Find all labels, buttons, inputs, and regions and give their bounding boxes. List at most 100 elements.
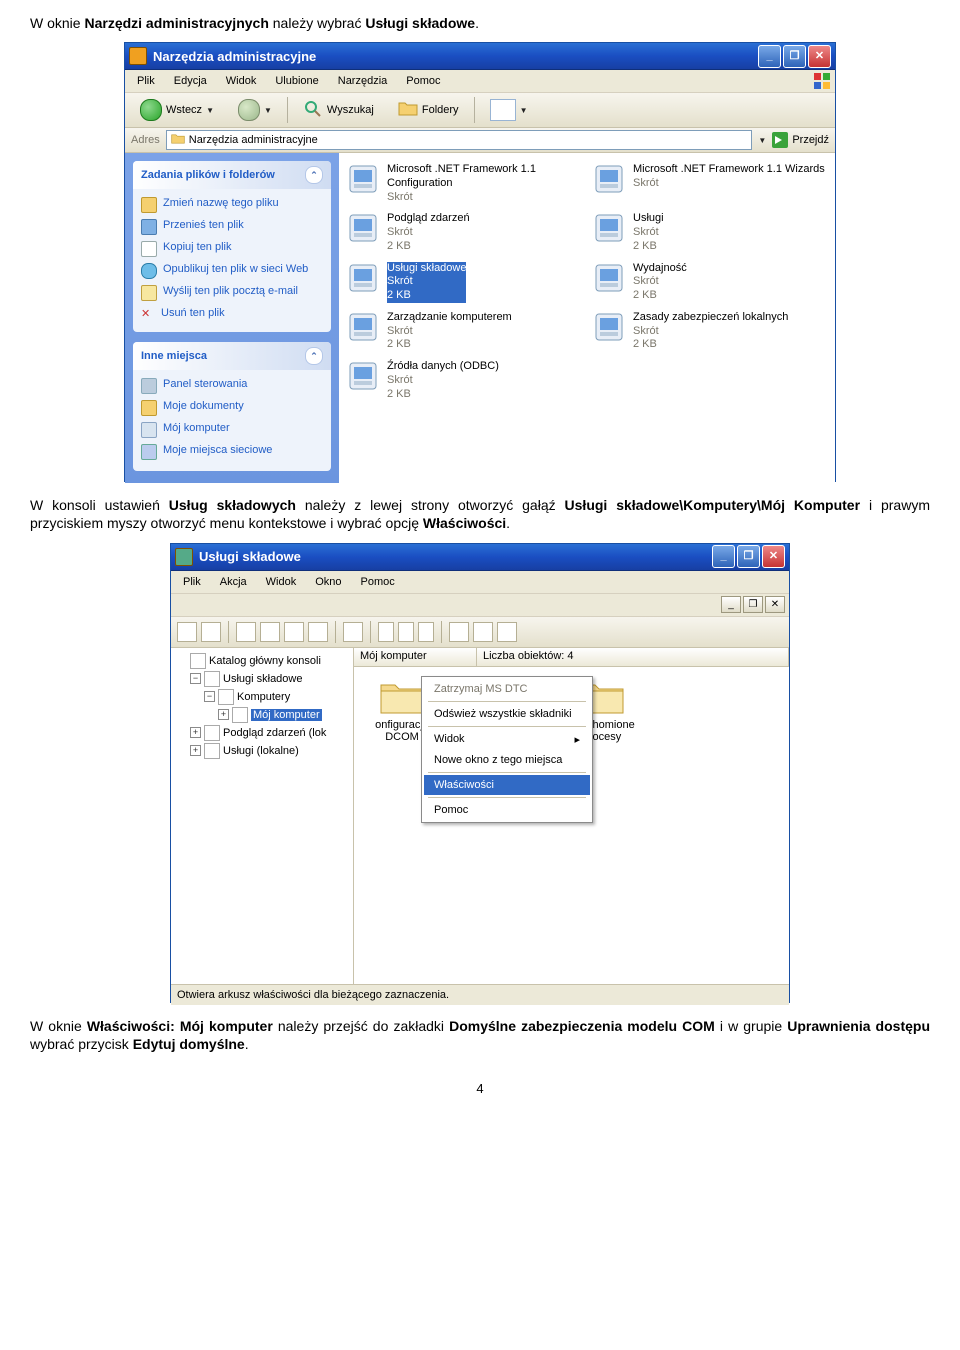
place-my-computer[interactable]: Mój komputer: [139, 419, 325, 441]
folders-button[interactable]: Foldery: [389, 96, 468, 125]
task-move[interactable]: Przenieś ten plik: [139, 216, 325, 238]
toolbar-icon[interactable]: [497, 622, 517, 642]
back-label: Wstecz: [166, 104, 202, 116]
window-title: Narzędzia administracyjne: [153, 49, 316, 64]
expand-icon[interactable]: +: [218, 709, 229, 720]
toolbar-icon[interactable]: [398, 622, 414, 642]
file-item[interactable]: Zasady zabezpieczeń lokalnychSkrót2 KB: [591, 309, 829, 354]
tree-item[interactable]: −Komputery: [173, 688, 351, 706]
views-button[interactable]: ▼: [481, 96, 537, 124]
expand-icon[interactable]: +: [190, 745, 201, 756]
place-my-documents[interactable]: Moje dokumenty: [139, 397, 325, 419]
back-button[interactable]: Wstecz▼: [131, 96, 223, 124]
toolbar-icon[interactable]: [236, 622, 256, 642]
file-item[interactable]: Podgląd zdarzeńSkrót2 KB: [345, 210, 583, 255]
text: i w grupie: [715, 1018, 787, 1034]
maximize-button[interactable]: ❐: [737, 545, 760, 568]
file-meta: Skrót: [387, 191, 581, 205]
file-item[interactable]: WydajnośćSkrót2 KB: [591, 260, 829, 305]
menu-view[interactable]: Widok: [218, 73, 265, 89]
file-name: Usługi: [633, 212, 664, 226]
app-icon: [129, 47, 147, 65]
menu-help[interactable]: Pomoc: [353, 574, 403, 590]
menu-view[interactable]: Widok: [258, 574, 305, 590]
toolbar-icon[interactable]: [260, 622, 280, 642]
expand-icon[interactable]: −: [190, 673, 201, 684]
minimize-button[interactable]: _: [712, 545, 735, 568]
window-title: Usługi składowe: [199, 549, 301, 564]
close-button[interactable]: ✕: [808, 45, 831, 68]
task-publish[interactable]: Opublikuj ten plik w sieci Web: [139, 260, 325, 282]
toolbar-icon[interactable]: [473, 622, 493, 642]
menu-window[interactable]: Okno: [307, 574, 349, 590]
file-item[interactable]: Microsoft .NET Framework 1.1 WizardsSkró…: [591, 161, 829, 206]
menu-action[interactable]: Akcja: [212, 574, 255, 590]
file-folder-tasks: Zadania plików i folderów⌃ Zmień nazwę t…: [133, 161, 331, 332]
file-size: 2 KB: [387, 240, 470, 254]
file-item[interactable]: Zarządzanie komputeremSkrót2 KB: [345, 309, 583, 354]
ctx-item[interactable]: Odśwież wszystkie składniki: [424, 704, 590, 724]
place-network[interactable]: Moje miejsca sieciowe: [139, 441, 325, 463]
toolbar-icon[interactable]: [308, 622, 328, 642]
caret-icon[interactable]: ▼: [758, 136, 766, 145]
toolbar-icon[interactable]: [177, 622, 197, 642]
menu-help[interactable]: Pomoc: [398, 73, 448, 89]
mdi-close[interactable]: ✕: [765, 596, 785, 613]
tree-item[interactable]: +Usługi (lokalne): [173, 742, 351, 760]
page-number: 4: [0, 1081, 960, 1096]
file-item[interactable]: Źródła danych (ODBC)Skrót2 KB: [345, 358, 583, 403]
file-size: 2 KB: [633, 289, 687, 303]
menu-tools[interactable]: Narzędzia: [330, 73, 396, 89]
expand-icon[interactable]: +: [190, 727, 201, 738]
file-text: UsługiSkrót2 KB: [633, 212, 664, 253]
menu-edit[interactable]: Edycja: [166, 73, 215, 89]
tree-item[interactable]: +Podgląd zdarzeń (lok: [173, 724, 351, 742]
windows-flag-icon: [813, 72, 831, 90]
tree-item[interactable]: +Mój komputer: [173, 706, 351, 724]
titlebar[interactable]: Usługi składowe _ ❐ ✕: [171, 544, 789, 571]
file-size: 2 KB: [387, 289, 466, 303]
file-item[interactable]: Microsoft .NET Framework 1.1 Configurati…: [345, 161, 583, 206]
toolbar-icon[interactable]: [284, 622, 304, 642]
shortcut-icon: [347, 311, 379, 343]
place-control-panel[interactable]: Panel sterowania: [139, 375, 325, 397]
file-item[interactable]: UsługiSkrót2 KB: [591, 210, 829, 255]
col-count[interactable]: Liczba obiektów: 4: [477, 648, 789, 666]
ctx-item[interactable]: Właściwości: [424, 775, 590, 795]
tasks-header[interactable]: Zadania plików i folderów⌃: [133, 161, 331, 189]
col-name[interactable]: Mój komputer: [354, 648, 477, 666]
forward-button[interactable]: ▼: [229, 96, 281, 124]
menu-file[interactable]: Plik: [175, 574, 209, 590]
file-item[interactable]: Usługi składoweSkrót2 KB: [345, 260, 583, 305]
maximize-button[interactable]: ❐: [783, 45, 806, 68]
toolbar-icon[interactable]: [378, 622, 394, 642]
minimize-button[interactable]: _: [758, 45, 781, 68]
ctx-item[interactable]: Pomoc: [424, 800, 590, 820]
search-button[interactable]: Wyszukaj: [294, 96, 383, 125]
mdi-restore[interactable]: ❐: [743, 596, 763, 613]
task-email[interactable]: Wyślij ten plik pocztą e-mail: [139, 282, 325, 304]
task-copy[interactable]: Kopiuj ten plik: [139, 238, 325, 260]
menu-favorites[interactable]: Ulubione: [267, 73, 326, 89]
tree-item[interactable]: Katalog główny konsoli: [173, 652, 351, 670]
files-pane[interactable]: Microsoft .NET Framework 1.1 Configurati…: [339, 153, 835, 483]
close-button[interactable]: ✕: [762, 545, 785, 568]
task-rename[interactable]: Zmień nazwę tego pliku: [139, 194, 325, 216]
toolbar-icon[interactable]: [418, 622, 434, 642]
text-bold: Usługi składowe: [365, 15, 475, 31]
expand-icon[interactable]: −: [204, 691, 215, 702]
address-field[interactable]: Narzędzia administracyjne: [166, 130, 753, 150]
tree-item[interactable]: −Usługi składowe: [173, 670, 351, 688]
toolbar-icon[interactable]: [201, 622, 221, 642]
titlebar[interactable]: Narzędzia administracyjne _ ❐ ✕: [125, 43, 835, 70]
toolbar-icon[interactable]: [449, 622, 469, 642]
menu-file[interactable]: Plik: [129, 73, 163, 89]
mdi-minimize[interactable]: _: [721, 596, 741, 613]
tree-pane[interactable]: Katalog główny konsoli−Usługi składowe−K…: [171, 648, 354, 984]
go-button[interactable]: Przejdź: [772, 132, 829, 148]
places-header[interactable]: Inne miejsca⌃: [133, 342, 331, 370]
toolbar-icon[interactable]: [343, 622, 363, 642]
ctx-item[interactable]: Widok▸: [424, 729, 590, 750]
ctx-item[interactable]: Nowe okno z tego miejsca: [424, 750, 590, 770]
task-delete[interactable]: ✕Usuń ten plik: [139, 304, 325, 324]
